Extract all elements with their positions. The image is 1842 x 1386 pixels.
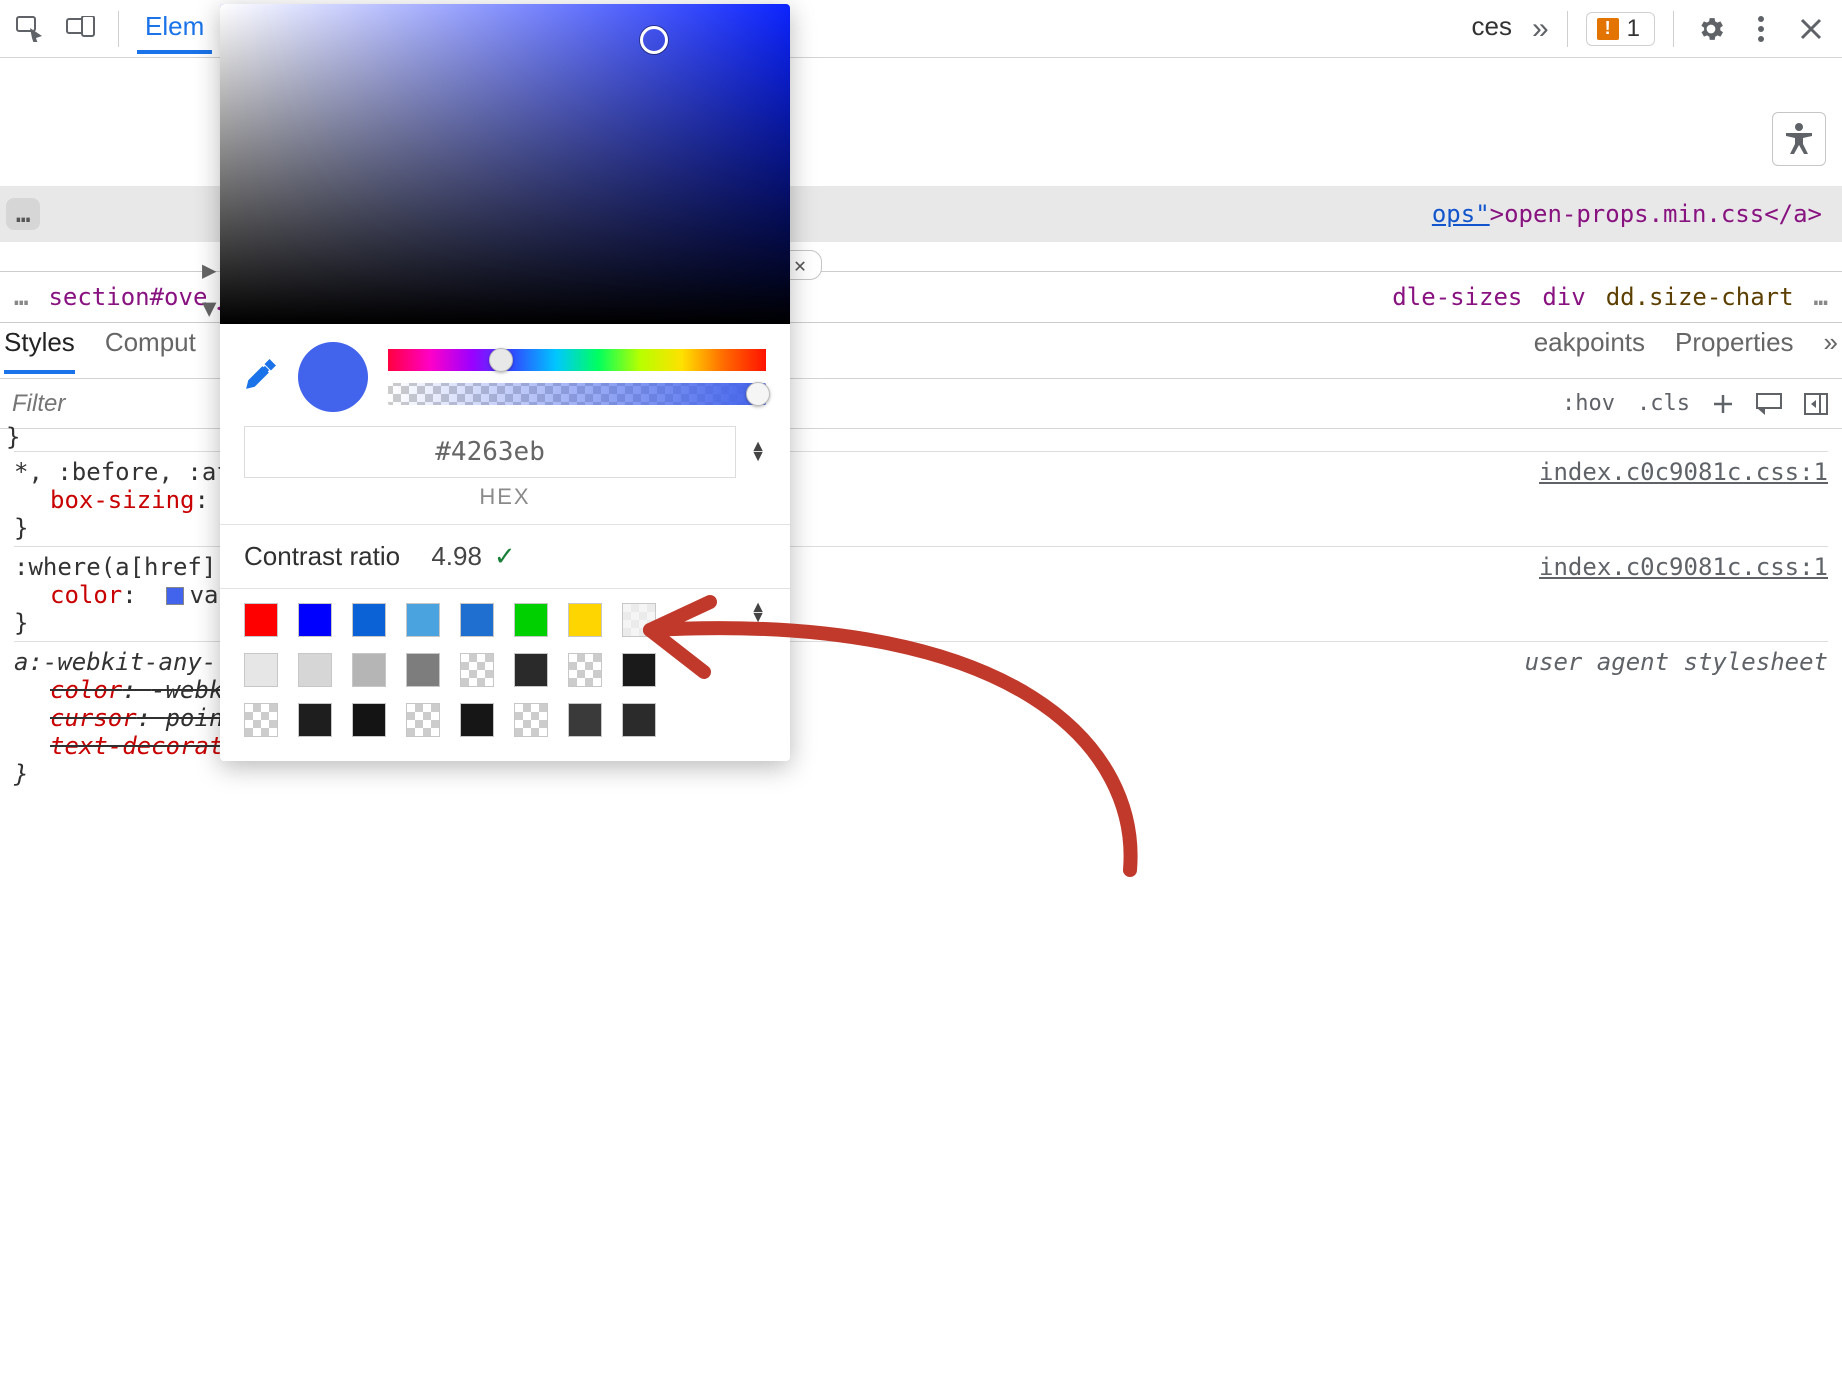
css-prop: color [50,676,122,704]
hue-slider[interactable] [388,349,766,371]
color-swatch[interactable] [166,587,184,605]
palette-swatch[interactable] [406,603,440,637]
hex-input[interactable] [244,426,736,478]
palette-swatch[interactable] [568,653,602,687]
hov-toggle[interactable]: :hov [1562,391,1615,416]
close-devtools-icon[interactable] [1792,10,1830,48]
device-toggle-icon[interactable] [62,10,100,48]
warning-icon: ! [1597,18,1619,40]
tab-elements[interactable]: Elem [137,3,212,54]
separator [1673,11,1674,47]
separator [118,11,119,47]
palette-swatch[interactable] [244,603,278,637]
palette-swatch[interactable] [406,653,440,687]
palette-swatch[interactable] [298,603,332,637]
contrast-value: 4.98 [431,541,482,572]
palette-swatch[interactable] [352,603,386,637]
palette-swatch[interactable] [352,653,386,687]
issues-badge[interactable]: ! 1 [1586,12,1655,46]
rule-source[interactable]: index.c0c9081c.css:1 [1539,458,1828,486]
add-rule-icon[interactable] [1712,393,1734,415]
hue-thumb[interactable] [489,348,513,372]
palette-swatch[interactable] [352,703,386,737]
href-link[interactable]: ops" [1432,200,1490,228]
palette-swatch[interactable] [568,603,602,637]
kebab-menu-icon[interactable] [1742,10,1780,48]
subtab-breakpoints[interactable]: eakpoints [1534,327,1645,374]
css-prop: cursor [50,704,137,732]
subtab-styles[interactable]: Styles [4,327,75,374]
palette-swatch[interactable] [514,703,548,737]
alpha-thumb[interactable] [746,382,770,406]
palette-swatch[interactable] [622,653,656,687]
palette-swatch[interactable] [244,703,278,737]
palette-switch-icon[interactable]: ▲▼ [750,603,766,737]
cls-toggle[interactable]: .cls [1637,391,1690,416]
more-tabs-chevron[interactable]: » [1532,12,1549,46]
rule-selector: a:-webkit-any-l [14,648,231,676]
settings-icon[interactable] [1692,10,1730,48]
color-palette: ▲▼ [220,588,790,761]
css-value: -webk [151,676,223,704]
palette-swatch[interactable] [298,703,332,737]
node-text: >open-props.min.css</a> [1490,200,1822,228]
ellipsis-icon: … [6,198,40,230]
palette-swatch[interactable] [514,603,548,637]
color-format-label: HEX [220,478,790,524]
format-switch-icon[interactable]: ▲▼ [750,442,766,462]
css-value: poin [166,704,224,732]
palette-swatch[interactable] [622,703,656,737]
palette-swatch[interactable] [298,653,332,687]
rule-selector[interactable]: *, :before, :af [14,458,231,486]
eyedropper-icon[interactable] [244,357,278,397]
palette-swatch[interactable] [460,653,494,687]
subtab-more-chevron[interactable]: » [1824,327,1838,374]
styles-format-icon[interactable] [1756,393,1782,415]
inspect-icon[interactable] [12,10,50,48]
rule-selector[interactable]: :where(a[href]) [14,553,231,581]
contrast-label: Contrast ratio [244,541,400,572]
rule-source[interactable]: index.c0c9081c.css:1 [1539,553,1828,581]
toggle-sidebar-icon[interactable] [1804,393,1828,415]
palette-swatch[interactable] [622,603,656,637]
spectrum-handle[interactable] [640,26,668,54]
separator [1567,11,1568,47]
palette-swatch[interactable] [460,703,494,737]
subtab-properties[interactable]: Properties [1675,327,1794,374]
color-picker-popover: ▲▼ HEX Contrast ratio 4.98 ✓ ▲▼ [220,4,790,761]
tab-sources-partial[interactable]: ces [1463,3,1519,54]
palette-swatch[interactable] [514,653,548,687]
palette-swatch[interactable] [568,703,602,737]
css-prop[interactable]: color [50,581,122,609]
subtab-computed[interactable]: Comput [105,327,196,374]
color-spectrum[interactable] [220,4,790,324]
issues-count: 1 [1627,15,1640,43]
contrast-ratio-row[interactable]: Contrast ratio 4.98 ✓ [220,524,790,588]
palette-swatch[interactable] [406,703,440,737]
contrast-pass-icon: ✓ [494,541,516,572]
current-color-swatch [298,342,368,412]
alpha-slider[interactable] [388,383,766,405]
accessibility-icon[interactable] [1772,112,1826,166]
palette-swatch[interactable] [244,653,278,687]
css-prop[interactable]: box-sizing [50,486,195,514]
rule-source: user agent stylesheet [1525,648,1828,676]
palette-swatch[interactable] [460,603,494,637]
